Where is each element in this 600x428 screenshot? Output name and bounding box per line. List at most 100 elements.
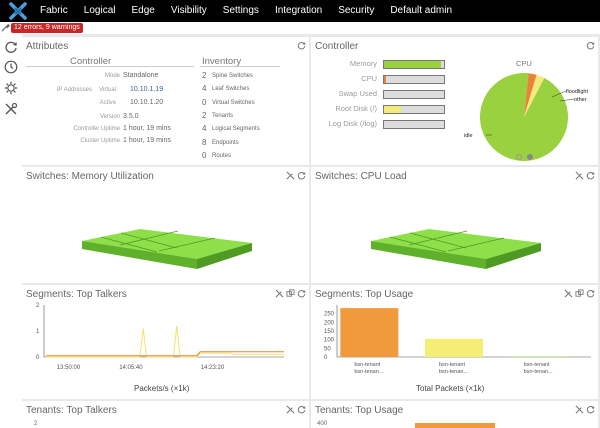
tools-icon[interactable]: [275, 289, 284, 298]
inventory-count: 8: [202, 138, 207, 147]
x-tick: 13:50:00: [57, 365, 81, 371]
inventory-label[interactable]: Tenants: [212, 113, 233, 119]
panel-title: Segments: Top Talkers: [26, 289, 127, 300]
y-tick: 50: [324, 346, 331, 352]
x-tick: bsn-tenant: [354, 362, 380, 368]
y-tick: 2: [36, 303, 40, 309]
refresh-icon[interactable]: [4, 40, 18, 54]
nav-edge[interactable]: Edge: [124, 0, 163, 22]
tools-icon[interactable]: [564, 289, 573, 298]
inventory-label[interactable]: Leaf Switches: [212, 86, 249, 92]
resource-bar: [383, 60, 445, 69]
tools-icon[interactable]: [286, 171, 295, 180]
attr-value-controller-uptime: 1 hour, 19 mins: [123, 125, 171, 132]
x-tick: bsn-tenan...: [354, 369, 384, 375]
resource-bar-label: Root Disk (/): [335, 104, 377, 113]
carousel-dot-active[interactable]: [527, 154, 533, 160]
error-badge[interactable]: 12 errors, 9 warnings: [11, 23, 83, 33]
nav-integration[interactable]: Integration: [267, 0, 330, 22]
controller-panel: Controller Memory CPU Swap Used Root Disk (…: [311, 37, 598, 165]
x-tick: 14:23:20: [201, 365, 225, 371]
refresh-icon[interactable]: [297, 41, 306, 50]
inventory-count: 4: [202, 124, 207, 133]
x-tick: bsn-tenan...: [524, 369, 554, 375]
attr-value-version: 3.5.0: [123, 113, 139, 120]
inventory-count: 4: [202, 84, 207, 93]
nav-fabric[interactable]: Fabric: [36, 0, 76, 22]
refresh-icon[interactable]: [297, 405, 306, 414]
cpu-heatmap-3d: [371, 229, 541, 269]
nav-settings[interactable]: Settings: [215, 0, 267, 22]
divider: [26, 66, 194, 67]
attr-value-mode: Standalone: [123, 72, 159, 79]
inventory-label[interactable]: Spine Switches: [212, 73, 253, 79]
panel-title: Tenants: Top Usage: [315, 405, 404, 416]
copy-icon[interactable]: [286, 289, 295, 298]
clock-icon[interactable]: [4, 60, 18, 74]
pie-label: floodlight: [566, 89, 588, 95]
x-tick: 14:05:40: [119, 365, 143, 371]
y-tick: 400: [317, 421, 328, 427]
refresh-icon[interactable]: [297, 289, 306, 298]
series-line: [46, 351, 284, 357]
top-talkers-line-chart: 0 1 2 13:50:00 14:05:40 14:23:20: [36, 303, 284, 371]
top-usage-bar-chart: 050100150200250bsn-tenantbsn-tenan...bsn…: [324, 305, 591, 375]
y-tick: 2: [34, 421, 38, 427]
tools-icon[interactable]: [575, 171, 584, 180]
attributes-panel: Attributes Controller Mode Standalone IP…: [22, 37, 309, 165]
top-nav-bar: Fabric Logical Edge Visibility Settings …: [0, 0, 600, 22]
memory-utilization-panel: Switches: Memory Utilization: [22, 167, 309, 283]
series-line: [46, 325, 284, 358]
attr-key-mode: Mode: [104, 73, 120, 79]
panel-title: Segments: Top Usage: [315, 289, 414, 300]
copy-icon[interactable]: [575, 289, 584, 298]
tools-icon[interactable]: [1, 23, 10, 32]
resource-bar-label: Log Disk (/log): [328, 119, 377, 128]
bar: [425, 338, 483, 357]
x-tick: bsn-tenant: [524, 362, 550, 368]
x-tick: bsn-tenan...: [439, 369, 469, 375]
tools-icon[interactable]: [286, 405, 295, 414]
attr-value-active-ip: 10.10.1.20: [130, 99, 164, 106]
panel-title: Switches: Memory Utilization: [26, 171, 154, 182]
app-logo[interactable]: [0, 0, 36, 22]
panel-title: Controller: [315, 41, 359, 52]
nav-logical[interactable]: Logical: [76, 0, 124, 22]
segments-top-usage-panel: Segments: Top Usage 0 50 100 150 200 250 bsn-t…: [311, 285, 598, 399]
y-tick: 200: [324, 320, 335, 326]
y-tick: 250: [324, 312, 335, 318]
tools-icon[interactable]: [575, 405, 584, 414]
resource-bar-label: Swap Used: [338, 89, 377, 98]
memory-heatmap-3d: [82, 229, 252, 269]
inventory-count: 0: [202, 151, 207, 160]
resource-bar-fill: [384, 76, 387, 83]
tools-icon[interactable]: [4, 102, 18, 116]
divider: [200, 66, 280, 67]
carousel-dot[interactable]: [516, 154, 522, 160]
y-tick: 0: [324, 355, 328, 361]
nav-user-menu[interactable]: Default admin: [382, 0, 460, 22]
inventory-label[interactable]: Logical Segments: [212, 126, 260, 132]
inventory-label[interactable]: Virtual Switches: [212, 100, 255, 106]
inventory-count: 2: [202, 111, 207, 120]
refresh-icon[interactable]: [297, 171, 306, 180]
refresh-icon[interactable]: [586, 289, 595, 298]
inventory-count: 2: [202, 71, 207, 80]
sidebar: [0, 34, 22, 428]
nav-security[interactable]: Security: [330, 0, 382, 22]
resource-bar: [383, 120, 445, 129]
resource-bar-label: Memory: [349, 59, 377, 68]
inventory-label[interactable]: Routes: [212, 153, 231, 159]
pie-label: idle: [464, 133, 473, 139]
attr-value-virtual-ip[interactable]: 10.10.1.19: [130, 86, 163, 93]
x-tick: bsn-tenant: [439, 362, 465, 368]
inventory-label[interactable]: Endpoints: [212, 140, 239, 146]
resource-bar-fill: [384, 106, 401, 113]
y-tick: 100: [324, 338, 335, 344]
refresh-icon[interactable]: [586, 171, 595, 180]
nav-visibility[interactable]: Visibility: [163, 0, 215, 22]
cpu-pie-chart: idle floodlight other: [464, 73, 588, 161]
refresh-icon[interactable]: [586, 41, 595, 50]
refresh-icon[interactable]: [586, 405, 595, 414]
bar: [509, 356, 568, 358]
